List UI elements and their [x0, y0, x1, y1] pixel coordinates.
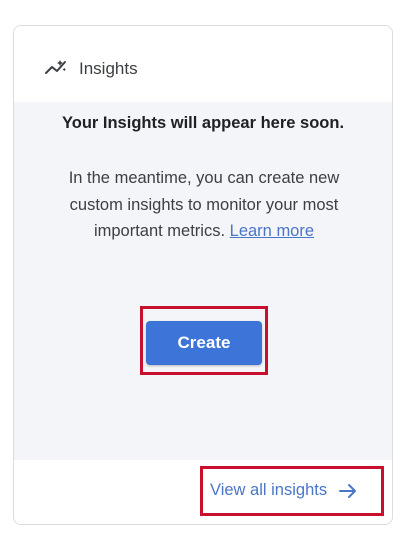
arrow-right-icon — [339, 483, 357, 498]
card-header: Insights — [14, 26, 392, 102]
empty-state-title: Your Insights will appear here soon. — [61, 114, 345, 132]
view-all-insights-label: View all insights — [210, 481, 328, 499]
card-body — [14, 102, 392, 460]
view-all-insights-link[interactable]: View all insights — [210, 481, 357, 500]
insights-trend-icon — [45, 60, 66, 74]
create-button[interactable]: Create — [146, 321, 262, 365]
learn-more-link[interactable]: Learn more — [230, 222, 314, 240]
insights-card: Insights Your Insights will appear here … — [13, 25, 393, 525]
empty-state-description: In the meantime, you can create new cust… — [44, 165, 364, 245]
card-title: Insights — [79, 59, 138, 78]
